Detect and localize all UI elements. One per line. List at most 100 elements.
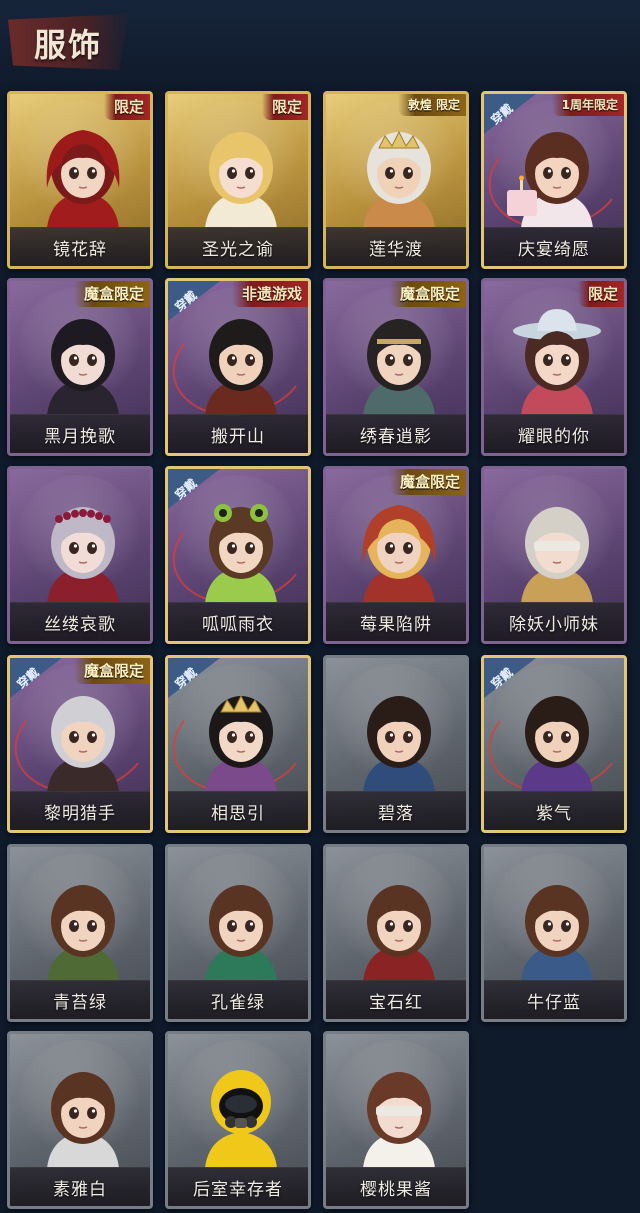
portrait-frame xyxy=(507,493,607,603)
name-band: 黎明猎手 xyxy=(10,791,150,830)
costume-card[interactable]: 穿戴 呱呱雨衣 xyxy=(165,466,311,644)
costume-card[interactable]: 魔盒限定 穿戴 黎明猎手 xyxy=(7,655,153,833)
portrait-frame xyxy=(349,1058,449,1168)
costume-card[interactable]: 限定耀眼的你 xyxy=(481,278,627,456)
costume-name: 碧落 xyxy=(378,803,414,824)
costume-name: 素雅白 xyxy=(53,1179,107,1200)
costume-card[interactable]: 碧落 xyxy=(323,655,469,833)
costume-name: 莲华渡 xyxy=(369,239,423,260)
portrait-frame xyxy=(191,1058,291,1168)
portrait-image xyxy=(46,130,120,228)
portrait-image xyxy=(521,885,593,981)
name-band: 丝缕哀歌 xyxy=(10,602,150,641)
name-band: 绣春逍影 xyxy=(326,414,466,453)
costume-name: 青苔绿 xyxy=(53,992,107,1013)
costume-name: 宝石红 xyxy=(369,992,423,1013)
portrait-frame xyxy=(33,305,133,415)
costume-name: 除妖小师妹 xyxy=(509,614,599,635)
costume-name: 莓果陷阱 xyxy=(360,614,432,635)
portrait-frame xyxy=(33,118,133,228)
costume-name: 相思引 xyxy=(211,803,265,824)
portrait-frame xyxy=(191,493,291,603)
name-band: 庆宴绮愿 xyxy=(484,227,624,266)
costume-name: 后室幸存者 xyxy=(193,1179,283,1200)
costume-name: 丝缕哀歌 xyxy=(44,614,116,635)
costume-name: 呱呱雨衣 xyxy=(202,614,274,635)
name-band: 宝石红 xyxy=(326,980,466,1019)
name-band: 莓果陷阱 xyxy=(326,602,466,641)
costume-card[interactable]: 除妖小师妹 xyxy=(481,466,627,644)
name-band: 紫气 xyxy=(484,791,624,830)
costume-name: 庆宴绮愿 xyxy=(518,239,590,260)
costume-card[interactable]: 敦煌 限定莲华渡 xyxy=(323,91,469,269)
portrait-image xyxy=(363,130,435,228)
name-band: 呱呱雨衣 xyxy=(168,602,308,641)
name-band: 樱桃果酱 xyxy=(326,1167,466,1206)
limited-tag: 非遗游戏 xyxy=(231,281,308,307)
portrait-image xyxy=(205,885,277,981)
portrait-image xyxy=(47,507,119,603)
costume-card[interactable]: 魔盒限定莓果陷阱 xyxy=(323,466,469,644)
costume-card[interactable]: 樱桃果酱 xyxy=(323,1031,469,1209)
costume-card[interactable]: 丝缕哀歌 xyxy=(7,466,153,644)
costume-card[interactable]: 魔盒限定绣春逍影 xyxy=(323,278,469,456)
limited-tag: 限定 xyxy=(103,94,150,120)
portrait-image xyxy=(47,319,119,415)
portrait-frame xyxy=(349,305,449,415)
costume-card[interactable]: 魔盒限定黑月挽歌 xyxy=(7,278,153,456)
limited-tag: 限定 xyxy=(577,281,624,307)
portrait-frame xyxy=(33,493,133,603)
costume-card[interactable]: 青苔绿 xyxy=(7,844,153,1022)
costume-card[interactable]: 限定 镜花辞 xyxy=(7,91,153,269)
portrait-frame xyxy=(349,493,449,603)
limited-tag: 1周年限定 xyxy=(551,94,624,116)
portrait-frame xyxy=(191,118,291,228)
costume-name: 绣春逍影 xyxy=(360,426,432,447)
portrait-frame xyxy=(507,682,607,792)
name-band: 耀眼的你 xyxy=(484,414,624,453)
portrait-image xyxy=(363,696,435,792)
limited-tag: 敦煌 限定 xyxy=(397,94,466,116)
portrait-image xyxy=(363,1072,435,1168)
portrait-image xyxy=(362,505,436,603)
costume-card[interactable]: 非遗游戏 穿戴 搬开山 xyxy=(165,278,311,456)
portrait-image xyxy=(47,885,119,981)
name-band: 孔雀绿 xyxy=(168,980,308,1019)
portrait-image xyxy=(205,1070,277,1168)
portrait-frame xyxy=(349,871,449,981)
costume-card[interactable]: 穿戴 紫气 xyxy=(481,655,627,833)
portrait-image xyxy=(507,132,593,228)
name-band: 搬开山 xyxy=(168,414,308,453)
costume-card[interactable]: 孔雀绿 xyxy=(165,844,311,1022)
portrait-image xyxy=(513,309,601,415)
name-band: 牛仔蓝 xyxy=(484,980,624,1019)
costume-card[interactable]: 素雅白 xyxy=(7,1031,153,1209)
name-band: 黑月挽歌 xyxy=(10,414,150,453)
costume-card[interactable]: 牛仔蓝 xyxy=(481,844,627,1022)
limited-tag: 魔盒限定 xyxy=(389,469,466,495)
costume-name: 黎明猎手 xyxy=(44,803,116,824)
costume-card[interactable]: 限定 圣光之谕 xyxy=(165,91,311,269)
name-band: 相思引 xyxy=(168,791,308,830)
portrait-image xyxy=(205,504,277,603)
name-band: 素雅白 xyxy=(10,1167,150,1206)
portrait-image xyxy=(521,507,593,603)
portrait-image xyxy=(205,319,277,415)
costume-name: 孔雀绿 xyxy=(211,992,265,1013)
portrait-image xyxy=(363,885,435,981)
costume-name: 搬开山 xyxy=(211,426,265,447)
costume-name: 牛仔蓝 xyxy=(527,992,581,1013)
portrait-frame xyxy=(33,871,133,981)
costume-card[interactable]: 穿戴 相思引 xyxy=(165,655,311,833)
portrait-frame xyxy=(507,305,607,415)
portrait-frame xyxy=(349,118,449,228)
costume-card[interactable]: 后室幸存者 xyxy=(165,1031,311,1209)
limited-tag: 魔盒限定 xyxy=(389,281,466,307)
portrait-frame xyxy=(33,1058,133,1168)
costume-name: 耀眼的你 xyxy=(518,426,590,447)
portrait-image xyxy=(363,319,435,415)
costume-card[interactable]: 1周年限定 穿戴 庆宴绮愿 xyxy=(481,91,627,269)
costume-card[interactable]: 宝石红 xyxy=(323,844,469,1022)
limited-tag: 限定 xyxy=(261,94,308,120)
limited-tag: 魔盒限定 xyxy=(73,281,150,307)
